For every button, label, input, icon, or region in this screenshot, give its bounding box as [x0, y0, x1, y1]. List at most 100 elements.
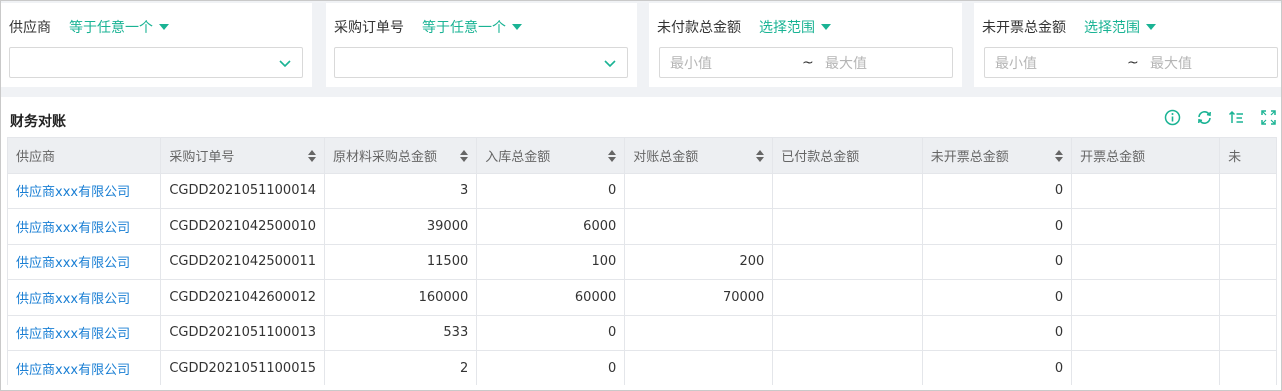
sort-icon[interactable]	[608, 150, 617, 162]
table-cell	[1071, 208, 1221, 245]
cell-value: 200	[739, 254, 765, 270]
table-cell	[772, 172, 923, 209]
column-header[interactable]: 对账总金额	[624, 137, 774, 174]
uninvoiced-range-input: 最小值 ~ 最大值	[984, 47, 1278, 78]
table-row: 供应商xxx有限公司 CGDD2021051100014 3 0 0	[7, 172, 1277, 209]
column-header[interactable]: 未开票总金额	[921, 137, 1073, 174]
column-header[interactable]: 采购订单号	[160, 137, 326, 174]
supplier-link[interactable]: 供应商xxx有限公司	[16, 363, 130, 378]
column-header-label: 对账总金额	[633, 149, 699, 165]
column-header[interactable]: 原材料采购总金额	[324, 137, 478, 174]
filter-operator-dropdown[interactable]: 等于任意一个	[422, 17, 522, 37]
supplier-link[interactable]: 供应商xxx有限公司	[16, 292, 130, 307]
table-cell: 70000	[624, 279, 774, 316]
cell-value: 0	[607, 183, 617, 199]
column-header[interactable]: 未	[1219, 137, 1277, 174]
range-separator: ~	[1127, 54, 1139, 71]
cell-value: 0	[607, 325, 617, 341]
table-cell	[1071, 350, 1221, 385]
filter-label: 采购订单号	[334, 20, 404, 36]
column-header[interactable]: 已付款总金额	[772, 137, 923, 174]
chevron-down-icon	[604, 60, 616, 68]
table-cell: 供应商xxx有限公司	[7, 243, 162, 280]
column-header-label: 入库总金额	[485, 149, 551, 165]
filter-supplier: 供应商 等于任意一个	[1, 3, 312, 87]
supplier-link[interactable]: 供应商xxx有限公司	[16, 185, 130, 200]
table-cell	[1071, 314, 1221, 351]
max-value-input[interactable]: 最大值	[825, 53, 867, 73]
table-cell: CGDD2021042500011	[160, 243, 326, 280]
table-cell: 0	[921, 243, 1073, 280]
sort-settings-icon[interactable]	[1228, 109, 1245, 126]
filter-label: 未开票总金额	[982, 20, 1066, 36]
sort-icon[interactable]	[308, 150, 317, 162]
cell-value: 60000	[574, 289, 617, 305]
cell-value: 39000	[426, 218, 469, 234]
table-cell: 0	[476, 314, 626, 351]
table-cell: CGDD2021051100013	[160, 314, 326, 351]
cell-value: 0	[1054, 254, 1064, 270]
table-cell: 供应商xxx有限公司	[7, 350, 162, 385]
table-cell: 200	[624, 243, 774, 280]
filter-operator-dropdown[interactable]: 等于任意一个	[69, 17, 169, 37]
table-row: 供应商xxx有限公司 CGDD2021051100013 533 0 0	[7, 314, 1277, 351]
supplier-link[interactable]: 供应商xxx有限公司	[16, 221, 130, 236]
fullscreen-icon[interactable]	[1260, 109, 1277, 126]
cell-value: 0	[1054, 218, 1064, 234]
supplier-select[interactable]	[9, 47, 303, 78]
refresh-icon[interactable]	[1196, 109, 1213, 126]
table-cell: 3	[324, 172, 478, 209]
table-cell: 2	[324, 350, 478, 385]
table-cell	[772, 208, 923, 245]
column-header-label: 采购订单号	[169, 149, 235, 165]
table-cell: 160000	[324, 279, 478, 316]
table-cell	[624, 208, 774, 245]
caret-down-icon	[512, 24, 522, 30]
table-toolbar	[1164, 109, 1277, 126]
sort-icon[interactable]	[460, 150, 469, 162]
table-row: 供应商xxx有限公司 CGDD2021051100015 2 0 0	[7, 350, 1277, 385]
supplier-link[interactable]: 供应商xxx有限公司	[16, 327, 130, 342]
cell-value: CGDD2021042600012	[169, 289, 317, 305]
column-header-label: 已付款总金额	[781, 149, 860, 165]
column-header[interactable]: 开票总金额	[1071, 137, 1221, 174]
table-cell	[624, 314, 774, 351]
filter-operator-dropdown[interactable]: 选择范围	[1084, 17, 1156, 37]
info-icon[interactable]	[1164, 109, 1181, 126]
table-cell: 11500	[324, 243, 478, 280]
cell-value: 0	[1054, 360, 1064, 376]
table-cell: 0	[921, 350, 1073, 385]
table-cell	[772, 350, 923, 385]
table-cell: 533	[324, 314, 478, 351]
min-value-input[interactable]: 最小值	[670, 53, 712, 73]
reconciliation-table: 供应商 采购订单号 原材料采购总金额 入库总金额 对账总金额 已付款总金额 未开票总金额 开票…	[7, 137, 1277, 385]
table-cell: 供应商xxx有限公司	[7, 172, 162, 209]
filter-label: 未付款总金额	[657, 20, 741, 36]
column-header-label: 供应商	[16, 149, 56, 165]
sort-icon[interactable]	[1055, 150, 1064, 162]
column-header-label: 开票总金额	[1080, 149, 1146, 165]
table-cell: 供应商xxx有限公司	[7, 208, 162, 245]
caret-down-icon	[159, 24, 169, 30]
po-number-select[interactable]	[334, 47, 628, 78]
table-cell: 供应商xxx有限公司	[7, 314, 162, 351]
cell-value: 0	[1054, 183, 1064, 199]
column-header[interactable]: 供应商	[7, 137, 162, 174]
cell-value: CGDD2021051100013	[169, 325, 317, 341]
column-header[interactable]: 入库总金额	[476, 137, 626, 174]
min-value-input[interactable]: 最小值	[995, 53, 1037, 73]
app-window: 供应商 等于任意一个 采购订单号 等于任意一个 未付款总金额 选择范围 最小值 …	[0, 0, 1282, 391]
table-cell: CGDD2021042500010	[160, 208, 326, 245]
supplier-link[interactable]: 供应商xxx有限公司	[16, 256, 130, 271]
cell-value: 2	[459, 360, 469, 376]
table-cell	[1219, 350, 1277, 385]
cell-value: 3	[459, 183, 469, 199]
filter-operator-dropdown[interactable]: 选择范围	[759, 17, 831, 37]
caret-down-icon	[1146, 24, 1156, 30]
max-value-input[interactable]: 最大值	[1150, 53, 1192, 73]
table-cell: 0	[921, 279, 1073, 316]
filter-bar: 供应商 等于任意一个 采购订单号 等于任意一个 未付款总金额 选择范围 最小值 …	[1, 1, 1281, 89]
table-cell: 供应商xxx有限公司	[7, 279, 162, 316]
sort-icon[interactable]	[756, 150, 765, 162]
table-cell	[772, 314, 923, 351]
